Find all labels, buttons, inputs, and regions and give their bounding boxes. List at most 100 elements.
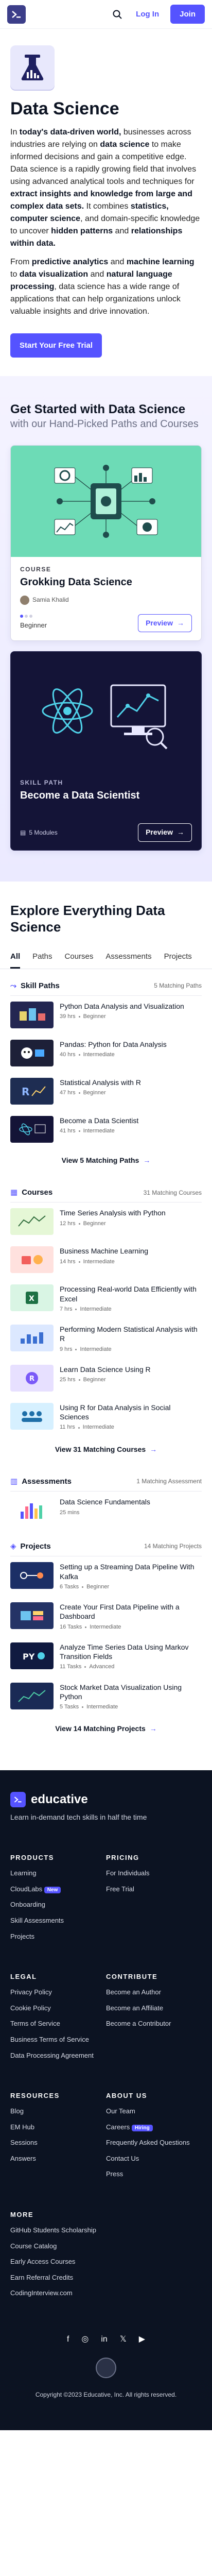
footer-link[interactable]: For Individuals <box>106 1869 202 1878</box>
footer-link[interactable]: Data Processing Agreement <box>10 2051 106 2060</box>
certification-badge-icon <box>96 2358 116 2379</box>
footer-link[interactable]: Privacy Policy <box>10 1988 106 1997</box>
products-heading: PRODUCTS <box>10 1854 54 1862</box>
footer-link[interactable]: Projects <box>10 1932 106 1941</box>
search-icon[interactable] <box>110 7 125 22</box>
item-thumbnail <box>10 1682 54 1709</box>
view-more-paths-link[interactable]: View 5 Matching Paths → <box>10 1148 202 1176</box>
twitter-icon[interactable]: 𝕏 <box>120 2334 127 2345</box>
hero-text-segment: In <box>10 128 20 137</box>
educative-logo[interactable] <box>7 5 26 24</box>
view-more-projects-link[interactable]: View 14 Matching Projects → <box>10 1717 202 1744</box>
tab-assessments[interactable]: Assessments <box>105 946 151 969</box>
join-button[interactable]: Join <box>170 5 205 24</box>
footer-link[interactable]: Terms of Service <box>10 2019 106 2028</box>
list-item[interactable]: Become a Data Scientist 41 hrs Intermediat… <box>10 1110 202 1148</box>
footer-link[interactable]: Onboarding <box>10 1900 106 1909</box>
linkedin-icon[interactable]: in <box>101 2334 107 2345</box>
facebook-icon[interactable]: f <box>67 2334 69 2345</box>
card-title[interactable]: Grokking Data Science <box>20 575 192 589</box>
projects-count: 14 Matching Projects <box>144 1543 202 1550</box>
item-title: Performing Modern Statistical Analysis w… <box>60 1325 198 1343</box>
start-free-trial-button[interactable]: Start Your Free Trial <box>10 333 102 358</box>
hero-section: Data Science In today's data-driven worl… <box>0 29 212 377</box>
tab-courses[interactable]: Courses <box>65 946 94 969</box>
project-icon: ◈ <box>10 1542 16 1551</box>
footer-link[interactable]: Contact Us <box>106 2154 202 2163</box>
list-item[interactable]: R Statistical Analysis with R 47 hrs Begin… <box>10 1072 202 1110</box>
skill-paths-count: 5 Matching Paths <box>154 981 202 989</box>
footer-link[interactable]: Answers <box>10 2154 106 2163</box>
item-thumbnail <box>10 1562 54 1589</box>
footer-link[interactable]: Learning <box>10 1869 106 1878</box>
footer-link[interactable]: Frequently Asked Questions <box>106 2138 202 2147</box>
footer-link[interactable]: Become an Author <box>106 1988 202 1997</box>
footer-products: PRODUCTS Learning CloudLabs New Onboardi… <box>10 1853 106 1947</box>
footer-link[interactable]: Course Catalog <box>10 2242 202 2251</box>
list-item[interactable]: Business Machine Learning 14 hrs Intermedi… <box>10 1241 202 1279</box>
header-right: Log In Join <box>110 5 205 24</box>
tab-paths[interactable]: Paths <box>32 946 52 969</box>
item-thumbnail <box>10 1325 54 1352</box>
list-item[interactable]: Setting up a Streaming Data Pipeline Wit… <box>10 1556 202 1597</box>
preview-button[interactable]: Preview → <box>138 823 192 842</box>
footer-link[interactable]: Careers Hiring <box>106 2123 202 2132</box>
courses-count: 31 Matching Courses <box>143 1189 202 1196</box>
svg-text:R: R <box>22 1086 29 1098</box>
footer-link[interactable]: Press <box>106 2170 202 2179</box>
list-item[interactable]: Python Data Analysis and Visualization 39… <box>10 996 202 1034</box>
youtube-icon[interactable]: ▶ <box>139 2334 145 2345</box>
tab-projects[interactable]: Projects <box>164 946 192 969</box>
footer-link[interactable]: Cookie Policy <box>10 2004 106 2013</box>
author-avatar <box>20 595 29 605</box>
hero-paragraph-1: In today's data-driven world, businesses… <box>10 126 202 250</box>
list-item[interactable]: Create Your First Data Pipeline with a D… <box>10 1597 202 1637</box>
item-thumbnail <box>10 1115 54 1143</box>
view-more-courses-link[interactable]: View 31 Matching Courses → <box>10 1437 202 1465</box>
preview-button[interactable]: Preview → <box>138 614 192 633</box>
instagram-icon[interactable]: ◎ <box>81 2334 89 2345</box>
skill-path-card[interactable]: SKILL PATH Become a Data Scientist ▤ 5 M… <box>10 651 202 851</box>
assessments-count: 1 Matching Assessment <box>136 1478 202 1485</box>
list-item[interactable]: Stock Market Data Visualization Using Py… <box>10 1677 202 1717</box>
course-icon: ▦ <box>10 1188 18 1197</box>
get-started-title: Get Started with Data Science <box>10 402 186 417</box>
courses-heading: Courses <box>22 1188 53 1197</box>
footer-link[interactable]: CloudLabs New <box>10 1885 106 1894</box>
item-title: Processing Real-world Data Efficiently w… <box>60 1285 197 1303</box>
hero-text-segment: today's data-driven world, <box>19 128 121 137</box>
footer-link[interactable]: GitHub Students Scholarship <box>10 2226 106 2235</box>
list-item[interactable]: Time Series Analysis with Python 12 hrs Be… <box>10 1202 202 1241</box>
footer-link[interactable]: Business Terms of Service <box>10 2035 106 2044</box>
item-thumbnail <box>10 1246 54 1274</box>
list-item[interactable]: Using R for Data Analysis in Social Scie… <box>10 1397 202 1437</box>
item-thumbnail <box>10 1039 54 1066</box>
footer-link[interactable]: Become a Contributor <box>106 2019 202 2028</box>
footer-link[interactable]: Our Team <box>106 2107 202 2116</box>
footer-brand[interactable]: educative <box>10 1791 202 1808</box>
footer-link[interactable]: Blog <box>10 2107 106 2116</box>
list-item[interactable]: X Processing Real-world Data Efficiently… <box>10 1279 202 1319</box>
card-kicker: SKILL PATH <box>20 779 63 787</box>
login-button[interactable]: Log In <box>130 5 166 24</box>
list-item[interactable]: Pandas: Python for Data Analysis 40 hrs In… <box>10 1034 202 1072</box>
footer-link[interactable]: Skill Assessments <box>10 1916 106 1925</box>
item-thumbnail: R <box>10 1365 54 1392</box>
tab-all[interactable]: All <box>10 946 21 969</box>
list-item[interactable]: Data Science Fundamentals 25 mins <box>10 1492 202 1530</box>
footer-link[interactable]: EM Hub <box>10 2123 106 2132</box>
list-item[interactable]: PY Analyze Time Series Data Using Markov… <box>10 1637 202 1677</box>
list-item[interactable]: R Learn Data Science Using R 25 hrs Beginn… <box>10 1359 202 1397</box>
footer-link[interactable]: Become an Affiliate <box>106 2004 202 2013</box>
category-tabs: All Paths Courses Assessments Projects <box>0 946 212 969</box>
footer-link[interactable]: Earn Referral Credits <box>10 2273 202 2282</box>
footer-link[interactable]: CodingInterview.com <box>10 2289 202 2298</box>
footer-link[interactable]: Free Trial <box>106 1885 202 1894</box>
card-title[interactable]: Become a Data Scientist <box>20 788 192 803</box>
course-card[interactable]: COURSE Grokking Data Science Samia Khali… <box>10 445 202 641</box>
footer-link[interactable]: Sessions <box>10 2138 106 2147</box>
list-item[interactable]: Performing Modern Statistical Analysis w… <box>10 1319 202 1359</box>
footer-tagline: Learn in-demand tech skills in half the … <box>10 1812 147 1821</box>
footer-link[interactable]: Early Access Courses <box>10 2257 87 2266</box>
contribute-heading: CONTRIBUTE <box>106 1973 158 1981</box>
